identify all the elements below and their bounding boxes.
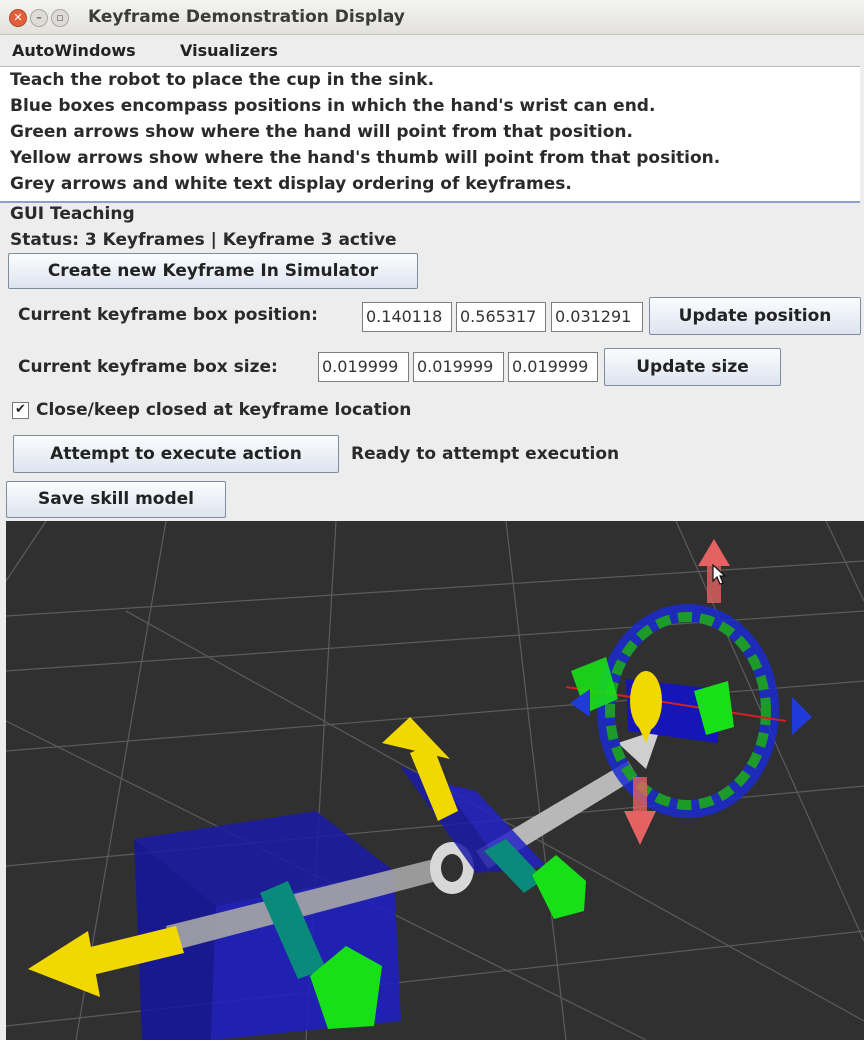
keyframe-box-2[interactable] bbox=[400, 766, 546, 873]
close-gripper-label: Close/keep closed at keyframe location bbox=[36, 400, 412, 420]
thumb-arrow-2 bbox=[382, 717, 458, 821]
minimize-window-icon[interactable]: – bbox=[30, 9, 48, 27]
ordering-ring-hole bbox=[441, 854, 463, 882]
create-keyframe-button[interactable]: Create new Keyframe In Simulator bbox=[8, 253, 418, 289]
instruction-line: Yellow arrows show where the hand's thum… bbox=[10, 148, 721, 168]
maximize-window-icon[interactable]: ▫ bbox=[51, 9, 69, 27]
mouse-cursor-icon bbox=[712, 564, 727, 585]
instruction-line: Teach the robot to place the cup in the … bbox=[10, 70, 435, 90]
instructions-panel: Teach the robot to place the cup in the … bbox=[0, 66, 860, 203]
save-skill-model-button[interactable]: Save skill model bbox=[6, 481, 226, 518]
position-z-field[interactable]: 0.031291 bbox=[551, 302, 643, 332]
size-label: Current keyframe box size: bbox=[18, 357, 278, 377]
menu-autowindows[interactable]: AutoWindows bbox=[12, 41, 136, 60]
position-label: Current keyframe box position: bbox=[18, 305, 318, 325]
window-title: Keyframe Demonstration Display bbox=[88, 7, 405, 27]
title-bar: ✕ – ▫ Keyframe Demonstration Display bbox=[0, 0, 864, 35]
instruction-line: Blue boxes encompass positions in which … bbox=[10, 96, 656, 116]
size-y-field[interactable]: 0.019999 bbox=[413, 352, 504, 382]
execution-status: Ready to attempt execution bbox=[351, 444, 620, 464]
size-x-field[interactable]: 0.019999 bbox=[318, 352, 409, 382]
teaching-heading: GUI Teaching bbox=[10, 204, 135, 224]
update-size-button[interactable]: Update size bbox=[604, 348, 781, 386]
instruction-line: Grey arrows and white text display order… bbox=[10, 174, 572, 194]
update-position-button[interactable]: Update position bbox=[649, 297, 861, 335]
close-gripper-checkbox[interactable]: ✔ bbox=[12, 402, 29, 419]
position-y-field[interactable]: 0.565317 bbox=[456, 302, 546, 332]
menu-visualizers[interactable]: Visualizers bbox=[180, 41, 278, 60]
instruction-line: Green arrows show where the hand will po… bbox=[10, 122, 633, 142]
status-text: Status: 3 Keyframes | Keyframe 3 active bbox=[10, 230, 397, 250]
pointing-arrow-2 bbox=[484, 839, 586, 919]
scene-svg bbox=[6, 521, 864, 1040]
position-x-field[interactable]: 0.140118 bbox=[362, 302, 452, 332]
menu-bar: AutoWindows Visualizers bbox=[0, 36, 864, 64]
execute-action-button[interactable]: Attempt to execute action bbox=[13, 435, 339, 473]
3d-viewport[interactable] bbox=[6, 521, 864, 1040]
size-z-field[interactable]: 0.019999 bbox=[508, 352, 598, 382]
close-window-icon[interactable]: ✕ bbox=[9, 9, 27, 27]
